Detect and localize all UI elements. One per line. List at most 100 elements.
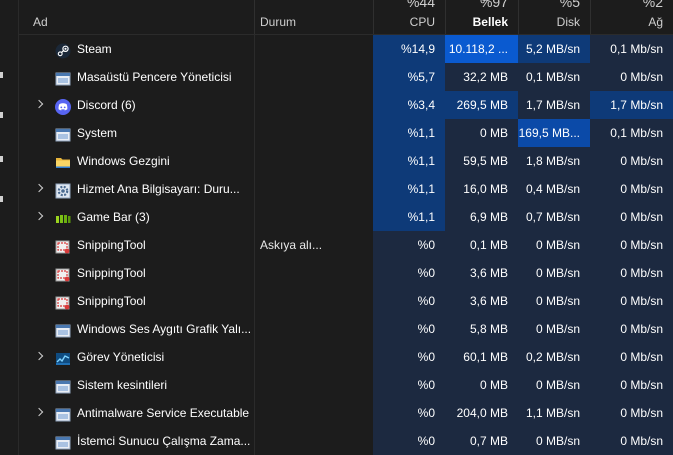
chevron-right-icon[interactable] xyxy=(34,183,44,193)
process-table: Ad Durum %44 CPU %97 Bellek %5 Disk %2 A… xyxy=(19,0,673,455)
disk-usage: 0 MB/sn xyxy=(518,371,590,399)
process-name-cell: Steam xyxy=(19,35,254,63)
process-name: Antimalware Service Executable xyxy=(77,406,250,420)
process-name: Masaüstü Pencere Yöneticisi xyxy=(77,70,232,84)
process-row[interactable]: Windows Gezgini %1,1 59,5 MB 1,8 MB/sn 0 Mb/… xyxy=(19,147,673,175)
process-name: Steam xyxy=(77,42,112,56)
process-name: Discord (6) xyxy=(77,98,136,112)
network-usage: 0 Mb/sn xyxy=(590,231,673,259)
process-row[interactable]: İstemci Sunucu Çalışma Zama... %0 0,7 MB 0 … xyxy=(19,427,673,455)
cpu-usage: %0 xyxy=(373,371,445,399)
process-row[interactable]: Game Bar (3) %1,1 6,9 MB 0,7 MB/sn 0 Mb/sn xyxy=(19,203,673,231)
column-label-cpu: CPU xyxy=(409,15,435,29)
process-row[interactable]: Steam %14,9 10.118,2 ... 5,2 MB/sn 0,1 Mb/sn xyxy=(19,35,673,63)
process-name-cell: Masaüstü Pencere Yöneticisi xyxy=(19,63,254,91)
column-label-status: Durum xyxy=(260,15,297,29)
table-header: Ad Durum %44 CPU %97 Bellek %5 Disk %2 A… xyxy=(19,0,673,35)
disk-usage: 0,2 MB/sn xyxy=(518,343,590,371)
process-name: Sistem kesintileri xyxy=(77,378,168,392)
process-status xyxy=(254,147,373,175)
process-row[interactable]: Görev Yöneticisi %0 60,1 MB 0,2 MB/sn 0 Mb/s… xyxy=(19,343,673,371)
process-name-cell: Görev Yöneticisi xyxy=(19,343,254,371)
disk-usage: 1,8 MB/sn xyxy=(518,147,590,175)
process-status xyxy=(254,399,373,427)
folder-icon xyxy=(55,153,71,169)
process-list: Steam %14,9 10.118,2 ... 5,2 MB/sn 0,1 Mb/sn… xyxy=(19,35,673,455)
disk-usage: 0 MB/sn xyxy=(518,287,590,315)
process-status xyxy=(254,427,373,455)
process-status: Askıya alı... xyxy=(254,231,373,259)
network-usage: 0 Mb/sn xyxy=(590,203,673,231)
process-row[interactable]: SnippingTool %0 3,6 MB 0 MB/sn 0 Mb/sn xyxy=(19,259,673,287)
process-name: Windows Gezgini xyxy=(77,154,170,168)
cpu-usage: %14,9 xyxy=(373,35,445,63)
snipping-tool-icon xyxy=(55,237,71,254)
cpu-usage: %1,1 xyxy=(373,203,445,231)
network-usage: 0 Mb/sn xyxy=(590,343,673,371)
process-name: Görev Yöneticisi xyxy=(77,350,165,364)
nav-indicator xyxy=(0,72,3,78)
snipping-tool-icon xyxy=(55,293,71,310)
process-status xyxy=(254,203,373,231)
disk-total-percent: %5 xyxy=(559,0,580,10)
column-label-name: Ad xyxy=(33,15,48,29)
app-window-icon xyxy=(55,377,71,394)
process-row[interactable]: Masaüstü Pencere Yöneticisi %5,7 32,2 MB 0,… xyxy=(19,63,673,91)
network-usage: 0 Mb/sn xyxy=(590,399,673,427)
process-name: SnippingTool xyxy=(77,238,146,252)
process-row[interactable]: Antimalware Service Executable %0 204,0 MB… xyxy=(19,399,673,427)
column-label-network: Ağ xyxy=(648,15,663,29)
chevron-right-icon[interactable] xyxy=(34,407,44,417)
app-window-icon xyxy=(55,321,71,338)
process-name: System xyxy=(77,126,118,140)
network-usage: 0 Mb/sn xyxy=(590,175,673,203)
process-row[interactable]: Sistem kesintileri %0 0 MB 0 MB/sn 0 Mb/sn xyxy=(19,371,673,399)
process-status xyxy=(254,119,373,147)
column-label-memory: Bellek xyxy=(472,15,508,29)
discord-icon xyxy=(55,97,71,115)
memory-usage: 5,8 MB xyxy=(445,315,518,343)
column-header-disk[interactable]: %5 Disk xyxy=(518,0,590,34)
disk-usage: 169,5 MB... xyxy=(518,119,590,147)
disk-usage: 0,1 MB/sn xyxy=(518,63,590,91)
column-header-memory[interactable]: %97 Bellek xyxy=(445,0,518,34)
snipping-tool-icon xyxy=(55,265,71,282)
memory-usage: 60,1 MB xyxy=(445,343,518,371)
process-row[interactable]: System %1,1 0 MB 169,5 MB... 0,1 Mb/sn xyxy=(19,119,673,147)
process-name-cell: Game Bar (3) xyxy=(19,203,254,231)
column-header-cpu[interactable]: %44 CPU xyxy=(373,0,445,34)
process-name-cell: Sistem kesintileri xyxy=(19,371,254,399)
process-row[interactable]: SnippingTool Askıya alı... %0 0,1 MB 0 MB/sn… xyxy=(19,231,673,259)
process-name-cell: SnippingTool xyxy=(19,231,254,259)
process-name-cell: Discord (6) xyxy=(19,91,254,119)
nav-indicator xyxy=(0,196,3,202)
column-header-status[interactable]: Durum xyxy=(254,0,373,34)
column-header-name[interactable]: Ad xyxy=(19,0,254,34)
memory-usage: 3,6 MB xyxy=(445,259,518,287)
process-row[interactable]: Hizmet Ana Bilgisayarı: Duru... %1,1 16,0 … xyxy=(19,175,673,203)
cpu-usage: %1,1 xyxy=(373,119,445,147)
cpu-usage: %1,1 xyxy=(373,147,445,175)
chevron-right-icon[interactable] xyxy=(34,211,44,221)
network-usage: 0,1 Mb/sn xyxy=(590,35,673,63)
cpu-total-percent: %44 xyxy=(406,0,435,10)
disk-usage: 0,7 MB/sn xyxy=(518,203,590,231)
process-status xyxy=(254,343,373,371)
app-window-icon xyxy=(55,405,71,422)
chevron-right-icon[interactable] xyxy=(34,99,44,109)
task-manager-icon xyxy=(55,349,71,365)
process-name: Hizmet Ana Bilgisayarı: Duru... xyxy=(77,182,240,196)
process-status xyxy=(254,63,373,91)
app-window-icon xyxy=(55,69,71,86)
process-row[interactable]: SnippingTool %0 3,6 MB 0 MB/sn 0 Mb/sn xyxy=(19,287,673,315)
process-row[interactable]: Discord (6) %3,4 269,5 MB 1,7 MB/sn 1,7 Mb/s… xyxy=(19,91,673,119)
process-row[interactable]: Windows Ses Aygıtı Grafik Yalı... %0 5,8 M… xyxy=(19,315,673,343)
memory-usage: 32,2 MB xyxy=(445,63,518,91)
column-header-network[interactable]: %2 Ağ xyxy=(590,0,673,34)
cpu-usage: %0 xyxy=(373,399,445,427)
process-name-cell: İstemci Sunucu Çalışma Zama... xyxy=(19,427,254,455)
chevron-right-icon[interactable] xyxy=(34,351,44,361)
left-nav-strip xyxy=(0,0,19,455)
process-status xyxy=(254,371,373,399)
process-name-cell: System xyxy=(19,119,254,147)
